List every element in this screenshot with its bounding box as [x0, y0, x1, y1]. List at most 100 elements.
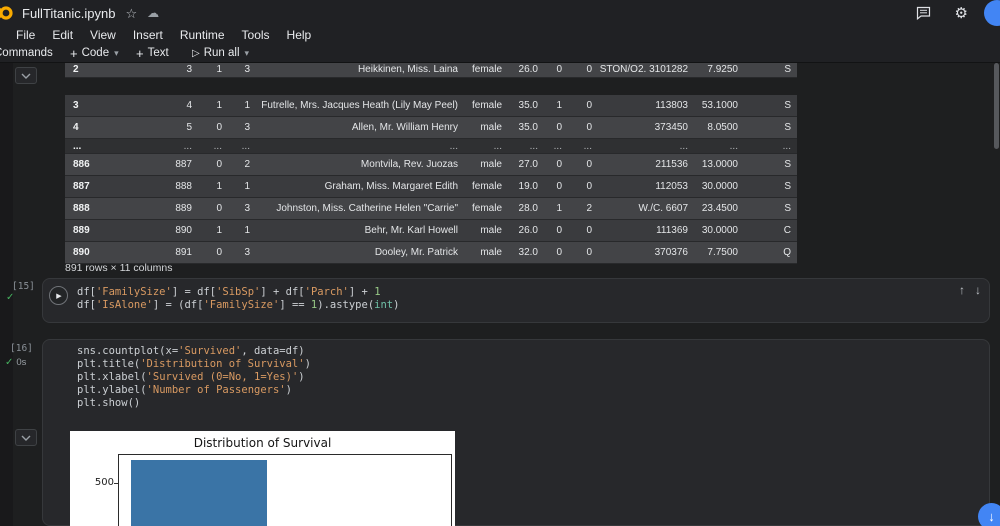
colab-logo-icon[interactable]	[0, 4, 14, 22]
table-cell: 0	[556, 64, 562, 75]
table-cell: ...	[782, 140, 791, 152]
commands-button[interactable]: Commands	[0, 44, 53, 62]
table-cell: 1	[244, 100, 250, 111]
table-cell: male	[480, 225, 502, 236]
run-all-button[interactable]: ▷ Run all ▾	[192, 44, 249, 62]
cell-toolbar: ↑ ↓	[959, 283, 981, 297]
matplotlib-figure: Distribution of Survival 500	[70, 431, 455, 526]
add-text-button[interactable]: + Text	[136, 44, 169, 62]
table-cell: male	[480, 159, 502, 170]
menu-item-runtime[interactable]: Runtime	[180, 28, 225, 42]
table-cell: ...	[529, 140, 538, 152]
table-cell: Heikkinen, Miss. Laina	[357, 64, 458, 75]
table-cell: 3	[244, 203, 250, 214]
chart-title: Distribution of Survival	[193, 436, 332, 450]
table-cell: 2	[586, 203, 592, 214]
table-cell: 8.0500	[707, 122, 738, 133]
add-code-button[interactable]: + Code ▾	[70, 44, 119, 62]
code-line: plt.ylabel('Number of Passengers')	[77, 384, 292, 396]
run-cell-button[interactable]: ▶	[49, 286, 68, 305]
run-all-label: Run all	[203, 47, 240, 59]
section-collapse-chevron-icon[interactable]	[15, 429, 37, 446]
table-cell: Futrelle, Mrs. Jacques Heath (Lily May P…	[261, 100, 458, 111]
table-row: 888 889 0 3 Johnston, Miss. Catherine Helen …	[65, 198, 797, 220]
menu-item-file[interactable]: File	[16, 28, 35, 42]
scrollbar-thumb[interactable]	[994, 63, 999, 149]
avatar[interactable]	[984, 0, 1000, 26]
settings-gear-icon[interactable]: ⚙	[955, 6, 968, 21]
table-cell: 0	[586, 247, 592, 258]
table-cell: 370376	[654, 247, 688, 258]
table-cell: female	[471, 203, 502, 214]
comments-icon[interactable]	[916, 6, 931, 20]
table-cell: 0	[586, 159, 592, 170]
table-cell: Dooley, Mr. Patrick	[374, 247, 458, 258]
table-row: 3 4 1 1 Futrelle, Mrs. Jacques Heath (Lily M…	[65, 95, 797, 117]
code-line: df['FamilySize'] = df['SibSp'] + df['Par…	[77, 286, 381, 298]
code-line: df['IsAlone'] = (df['FamilySize'] == 1).…	[77, 299, 400, 311]
menu-item-edit[interactable]: Edit	[52, 28, 73, 42]
menu-item-view[interactable]: View	[90, 28, 116, 42]
menu-item-tools[interactable]: Tools	[242, 28, 270, 42]
code-editor[interactable]: df['FamilySize'] = df['SibSp'] + df['Par…	[77, 286, 399, 312]
table-row: 886 887 0 2 Montvila, Rev. Juozas male 27.0 0 0 2…	[65, 154, 797, 176]
table-cell: Behr, Mr. Karl Howell	[364, 225, 458, 236]
menubar: File Edit View Insert Runtime Tools Help	[0, 26, 1000, 44]
cell-exec-time: 0s	[16, 357, 27, 368]
move-cell-down-icon[interactable]: ↓	[975, 283, 981, 297]
table-cell: 28.0	[518, 203, 538, 214]
code-line: sns.countplot(x='Survived', data=df)	[77, 345, 305, 357]
table-cell: 891	[175, 247, 192, 258]
table-cell: 3	[73, 100, 79, 111]
table-cell: 1	[216, 181, 222, 192]
table-cell: 4	[73, 122, 79, 133]
code-line: plt.title('Distribution of Survival')	[77, 358, 311, 370]
add-code-label: Code	[81, 47, 110, 59]
cell-success-check-icon: ✓	[5, 357, 14, 368]
table-cell: ...	[241, 140, 250, 152]
table-cell: 35.0	[518, 100, 538, 111]
y-axis-tick-label: 500	[94, 477, 114, 488]
play-icon: ▷	[192, 47, 200, 59]
table-cell: S	[784, 100, 791, 111]
table-cell: 0	[556, 247, 562, 258]
code-line: plt.xlabel('Survived (0=No, 1=Yes)')	[77, 371, 305, 383]
star-icon[interactable]: ☆	[125, 7, 137, 20]
table-cell: 889	[73, 225, 90, 236]
table-cell: 30.0000	[701, 181, 738, 192]
section-collapse-chevron-icon[interactable]	[15, 67, 37, 84]
table-cell: S	[784, 64, 791, 75]
table-cell: 0	[216, 203, 222, 214]
notebook-title[interactable]: FullTitanic.ipynb	[22, 6, 115, 21]
move-cell-up-icon[interactable]: ↑	[959, 283, 965, 297]
commands-label: Commands	[0, 47, 53, 59]
table-cell: 5	[186, 122, 192, 133]
menu-item-help[interactable]: Help	[287, 28, 312, 42]
table-cell: 0	[216, 159, 222, 170]
table-cell: Allen, Mr. William Henry	[351, 122, 458, 133]
table-cell: 32.0	[518, 247, 538, 258]
table-cell: STON/O2. 3101282	[599, 64, 688, 75]
scroll-to-bottom-button[interactable]: ↓	[978, 503, 1000, 526]
table-cell: 0	[556, 122, 562, 133]
table-cell: 1	[216, 64, 222, 75]
table-cell: 0	[586, 64, 592, 75]
table-cell: 0	[216, 247, 222, 258]
chart-bar	[131, 460, 267, 526]
table-row: ....................................	[65, 139, 797, 154]
table-cell: S	[784, 159, 791, 170]
cell-exec-count: [16]	[10, 343, 33, 354]
chevron-down-icon: ▾	[244, 47, 250, 58]
table-cell: ...	[213, 140, 222, 152]
cell-success-check-icon: ✓	[6, 292, 15, 303]
code-editor[interactable]: sns.countplot(x='Survived', data=df) plt.…	[77, 345, 311, 410]
table-cell: ...	[583, 140, 592, 152]
menu-item-insert[interactable]: Insert	[133, 28, 163, 42]
notebook-toolbar: Commands + Code ▾ + Text ▷ Run all ▾	[0, 44, 1000, 63]
dataframe-table: 2 3 1 3 Heikkinen, Miss. Laina female 26.0 0 0 ST…	[65, 63, 797, 264]
table-cell: 889	[175, 203, 192, 214]
table-cell: Johnston, Miss. Catherine Helen "Carrie"	[276, 203, 458, 214]
plus-icon: +	[70, 45, 78, 61]
table-cell: S	[784, 181, 791, 192]
table-cell: 3	[186, 64, 192, 75]
